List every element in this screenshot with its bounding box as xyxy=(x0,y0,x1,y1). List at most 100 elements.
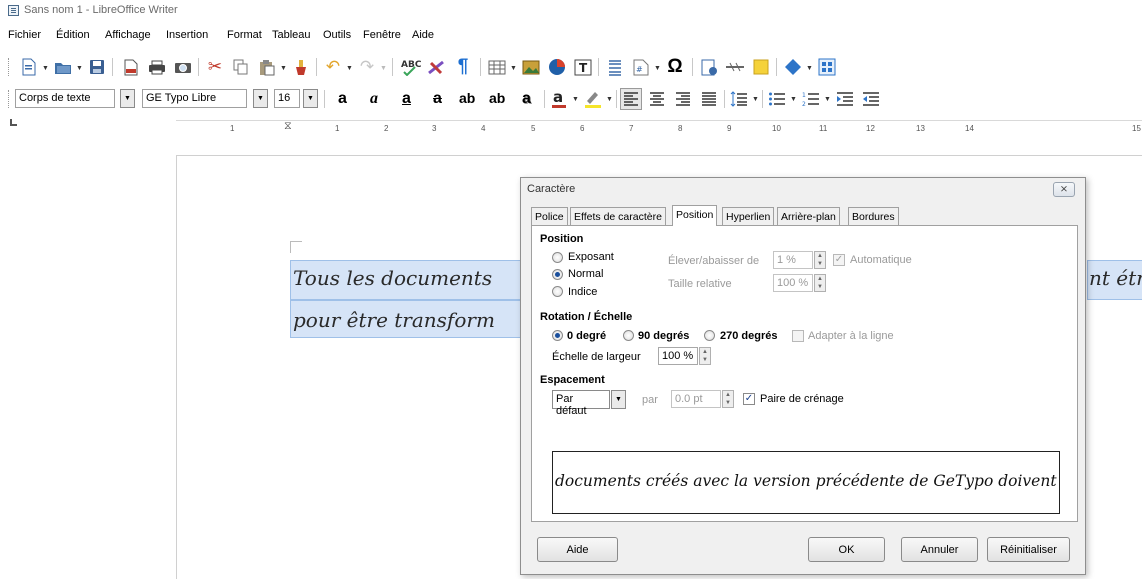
redo-dropdown-icon[interactable]: ▼ xyxy=(380,65,387,72)
help-button[interactable]: Aide xyxy=(537,537,618,562)
numbering-dropdown-icon[interactable]: ▼ xyxy=(824,96,831,103)
relative-size-spin-icon[interactable]: ▲ ▼ xyxy=(814,274,826,292)
bullets-dropdown-icon[interactable]: ▼ xyxy=(790,96,797,103)
font-size-dropdown-icon[interactable]: ▼ xyxy=(303,89,318,108)
close-icon[interactable]: ⨯ xyxy=(1053,182,1075,197)
shadow-button[interactable]: a xyxy=(522,90,531,108)
exposant-label[interactable]: Exposant xyxy=(568,251,614,263)
open-folder-icon[interactable] xyxy=(52,56,74,78)
document-text-line[interactable]: pour être transform xyxy=(293,308,521,332)
save-icon[interactable] xyxy=(86,56,108,78)
insert-frame-icon[interactable] xyxy=(816,56,838,78)
spacing-value-field[interactable]: 0.0 pt xyxy=(671,390,721,408)
paragraph-style-combo[interactable]: Corps de texte xyxy=(15,89,115,108)
rotation-270-label[interactable]: 270 degrés xyxy=(720,330,777,342)
menu-edition[interactable]: Édition xyxy=(56,29,90,41)
spacing-mode-select[interactable]: Par défaut xyxy=(552,390,610,417)
width-scale-field[interactable]: 100 % xyxy=(658,347,698,365)
menu-insertion[interactable]: Insertion xyxy=(166,29,208,41)
highlight-icon[interactable] xyxy=(582,88,604,110)
clone-formatting-icon[interactable] xyxy=(290,56,312,78)
spellcheck-icon[interactable]: ABC xyxy=(400,56,422,78)
ok-button[interactable]: OK xyxy=(808,537,885,562)
shapes-dropdown-icon[interactable]: ▼ xyxy=(806,65,813,72)
rotation-90-radio[interactable] xyxy=(623,330,634,341)
font-color-icon[interactable]: a xyxy=(548,88,570,110)
font-name-dropdown-icon[interactable]: ▼ xyxy=(253,89,268,108)
numbering-icon[interactable]: 12 xyxy=(800,88,822,110)
italic-button[interactable]: a xyxy=(370,90,378,108)
spacing-spin-icon[interactable]: ▲ ▼ xyxy=(722,390,734,408)
kerning-label[interactable]: Paire de crénage xyxy=(760,393,844,405)
insert-hyperlink-icon[interactable] xyxy=(698,56,720,78)
document-text-line[interactable]: nt étr xyxy=(1089,266,1142,290)
paste-dropdown-icon[interactable]: ▼ xyxy=(280,65,287,72)
menu-format[interactable]: Format xyxy=(227,29,262,41)
open-dropdown-icon[interactable]: ▼ xyxy=(76,65,83,72)
menu-aide[interactable]: Aide xyxy=(412,29,434,41)
print-preview-icon[interactable] xyxy=(172,56,194,78)
automatique-label[interactable]: Automatique xyxy=(850,254,912,266)
width-scale-spin-icon[interactable]: ▲ ▼ xyxy=(699,347,711,365)
rotation-0-label[interactable]: 0 degré xyxy=(567,330,606,342)
insert-page-break-icon[interactable] xyxy=(604,56,626,78)
subscript-button[interactable]: ab xyxy=(489,90,505,108)
line-spacing-icon[interactable] xyxy=(728,88,750,110)
tab-stop-selector[interactable] xyxy=(10,119,17,126)
superscript-button[interactable]: ab xyxy=(459,90,475,108)
font-size-combo[interactable]: 16 xyxy=(274,89,300,108)
undo-dropdown-icon[interactable]: ▼ xyxy=(346,65,353,72)
menu-outils[interactable]: Outils xyxy=(323,29,351,41)
rotation-0-radio[interactable] xyxy=(552,330,563,341)
align-center-icon[interactable] xyxy=(646,88,668,110)
horizontal-ruler[interactable]: 1 ⧖ 1 2 3 4 5 6 7 8 9 10 11 12 13 14 15 xyxy=(0,112,1142,138)
normal-label[interactable]: Normal xyxy=(568,268,603,280)
ruler-scale[interactable]: 1 ⧖ 1 2 3 4 5 6 7 8 9 10 11 12 13 14 15 xyxy=(176,120,1142,134)
copy-icon[interactable] xyxy=(230,56,252,78)
new-document-icon[interactable] xyxy=(18,56,40,78)
export-pdf-icon[interactable] xyxy=(120,56,142,78)
field-dropdown-icon[interactable]: ▼ xyxy=(654,65,661,72)
indice-label[interactable]: Indice xyxy=(568,286,597,298)
decrease-indent-icon[interactable] xyxy=(860,88,882,110)
undo-icon[interactable]: ↶ xyxy=(322,56,344,78)
table-dropdown-icon[interactable]: ▼ xyxy=(510,65,517,72)
tab-arriere-plan[interactable]: Arrière-plan xyxy=(777,207,840,225)
insert-footnote-icon[interactable] xyxy=(724,56,746,78)
autospellcheck-icon[interactable] xyxy=(426,56,448,78)
rotation-270-radio[interactable] xyxy=(704,330,715,341)
raise-lower-spin-icon[interactable]: ▲ ▼ xyxy=(814,251,826,269)
formatting-marks-icon[interactable]: ¶ xyxy=(452,56,474,78)
toolbar-grip[interactable] xyxy=(8,90,11,108)
cut-icon[interactable]: ✂ xyxy=(204,56,226,78)
insert-field-icon[interactable]: # xyxy=(630,56,652,78)
indent-marker-icon[interactable]: ⧖ xyxy=(284,120,292,133)
menu-fichier[interactable]: Fichier xyxy=(8,29,41,41)
redo-icon[interactable]: ↷ xyxy=(356,56,378,78)
fit-to-line-checkbox[interactable] xyxy=(792,330,804,342)
strikethrough-button[interactable]: a xyxy=(433,90,442,108)
tab-hyperlien[interactable]: Hyperlien xyxy=(722,207,775,225)
paragraph-style-dropdown-icon[interactable]: ▼ xyxy=(120,89,135,108)
normal-radio[interactable] xyxy=(552,269,563,280)
increase-indent-icon[interactable] xyxy=(834,88,856,110)
font-name-combo[interactable]: GE Typo Libre xyxy=(142,89,247,108)
insert-comment-icon[interactable] xyxy=(750,56,772,78)
reset-button[interactable]: Réinitialiser xyxy=(987,537,1070,562)
rotation-90-label[interactable]: 90 degrés xyxy=(638,330,689,342)
automatique-checkbox[interactable]: ✓ xyxy=(833,254,845,266)
fit-to-line-label[interactable]: Adapter à la ligne xyxy=(808,330,894,342)
font-color-dropdown-icon[interactable]: ▼ xyxy=(572,96,579,103)
tab-police[interactable]: Police xyxy=(531,207,568,225)
toolbar-grip[interactable] xyxy=(8,58,11,76)
align-right-icon[interactable] xyxy=(672,88,694,110)
special-character-icon[interactable]: Ω xyxy=(664,56,686,78)
tab-effets[interactable]: Effets de caractère xyxy=(570,207,666,225)
tab-position[interactable]: Position xyxy=(672,205,718,226)
underline-button[interactable]: a xyxy=(402,90,411,108)
insert-image-icon[interactable] xyxy=(520,56,542,78)
menu-fenetre[interactable]: Fenêtre xyxy=(363,29,401,41)
relative-size-field[interactable]: 100 % xyxy=(773,274,813,292)
print-icon[interactable] xyxy=(146,56,168,78)
new-dropdown-icon[interactable]: ▼ xyxy=(42,65,49,72)
